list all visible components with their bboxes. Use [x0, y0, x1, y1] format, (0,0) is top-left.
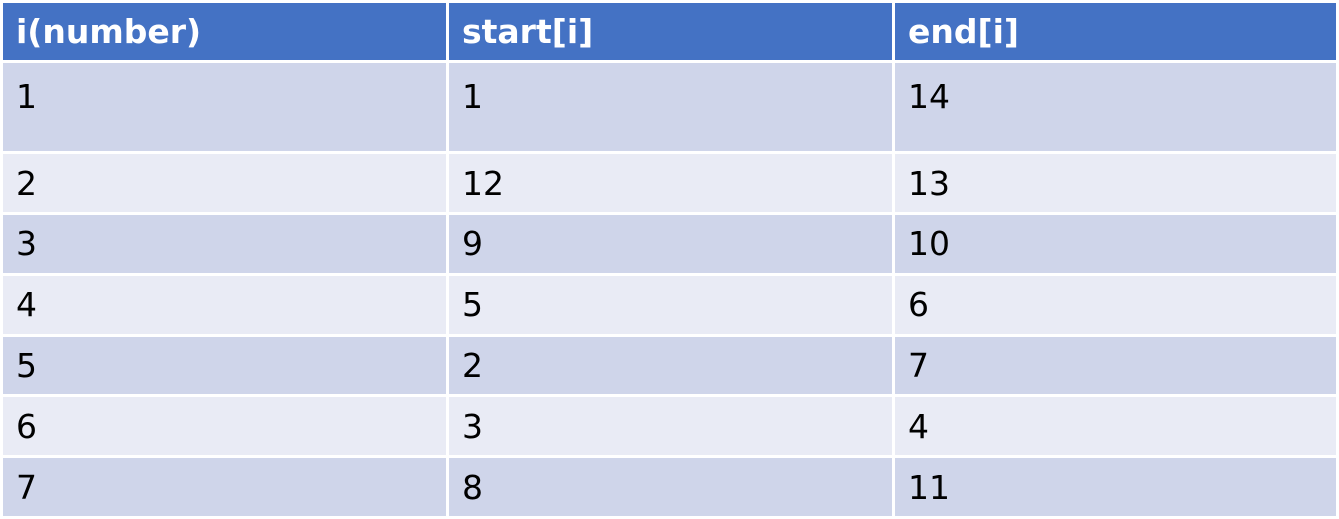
table-row: 4 5 6 — [3, 275, 1336, 334]
table-cell-number: 1 — [3, 63, 446, 152]
table-cell-number: 6 — [3, 397, 446, 456]
table-cell-end: 6 — [895, 275, 1336, 334]
table-cell-number: 2 — [3, 154, 446, 212]
table-row: 2 12 13 — [3, 154, 1336, 212]
table-cell-end: 4 — [895, 397, 1336, 456]
table-body: 1 1 14 2 12 13 3 9 10 4 5 6 5 2 7 6 3 4 — [3, 63, 1336, 516]
table-cell-start: 8 — [449, 458, 892, 516]
header-cell-start: start[i] — [449, 3, 892, 60]
table-cell-start: 12 — [449, 154, 892, 212]
header-row: i(number) start[i] end[i] — [3, 3, 1336, 60]
table-row: 5 2 7 — [3, 336, 1336, 395]
header-cell-number: i(number) — [3, 3, 446, 60]
table-cell-number: 7 — [3, 458, 446, 516]
table-cell-end: 14 — [895, 63, 1336, 152]
data-table: i(number) start[i] end[i] 1 1 14 2 12 13… — [0, 0, 1339, 519]
table-row: 1 1 14 — [3, 63, 1336, 152]
table-cell-end: 7 — [895, 336, 1336, 395]
table-cell-start: 5 — [449, 275, 892, 334]
table-cell-start: 9 — [449, 215, 892, 273]
table-row: 3 9 10 — [3, 215, 1336, 273]
header-cell-end: end[i] — [895, 3, 1336, 60]
table-cell-end: 13 — [895, 154, 1336, 212]
table-cell-end: 11 — [895, 458, 1336, 516]
table-cell-number: 4 — [3, 275, 446, 334]
table-cell-start: 2 — [449, 336, 892, 395]
table-cell-end: 10 — [895, 215, 1336, 273]
table-cell-start: 3 — [449, 397, 892, 456]
table-cell-start: 1 — [449, 63, 892, 152]
table-cell-number: 5 — [3, 336, 446, 395]
table-row: 7 8 11 — [3, 458, 1336, 516]
table-cell-number: 3 — [3, 215, 446, 273]
table-header: i(number) start[i] end[i] — [3, 3, 1336, 60]
table-row: 6 3 4 — [3, 397, 1336, 456]
